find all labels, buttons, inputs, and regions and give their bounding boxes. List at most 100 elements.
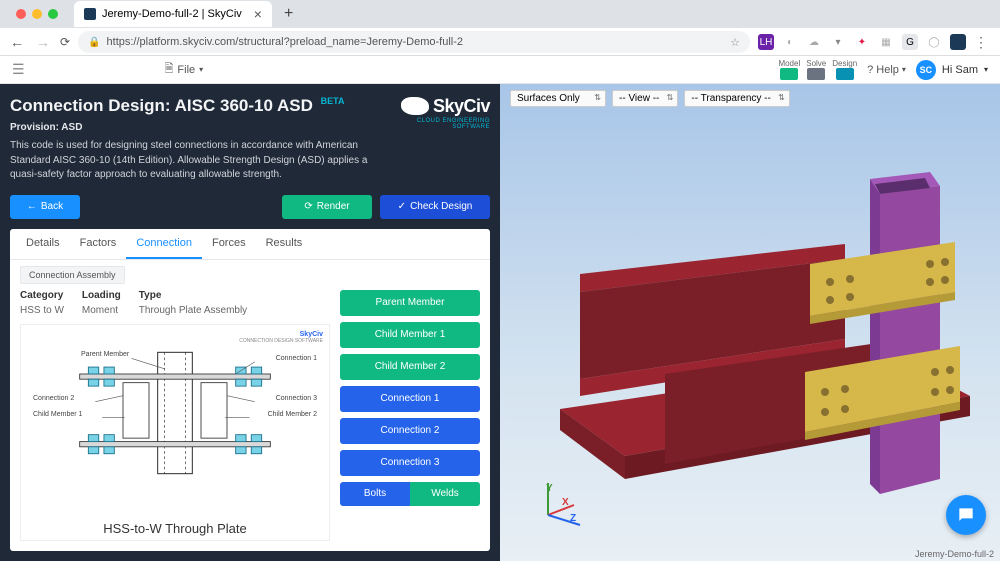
back-button[interactable]: ←Back: [10, 195, 80, 219]
child-member-2-button[interactable]: Child Member 2: [340, 354, 480, 380]
ext-icon-5[interactable]: ✦: [854, 34, 870, 50]
maximize-window-icon[interactable]: [48, 9, 58, 19]
category-header: Category: [20, 290, 64, 301]
card-right-buttons: Parent Member Child Member 1 Child Membe…: [340, 290, 480, 542]
ext-icon-4[interactable]: ▾: [830, 34, 846, 50]
ext-icon-2[interactable]: ◐: [782, 34, 798, 50]
diagram-label-parent: Parent Member: [81, 351, 129, 358]
diagram-label-c3: Connection 3: [276, 395, 317, 402]
connection-card: Details Factors Connection Forces Result…: [10, 229, 490, 552]
ext-icon-7[interactable]: G: [902, 34, 918, 50]
app-bar: ☰ 🗎 File ▾ Model Solve Design ? Help ▾ S…: [0, 56, 1000, 84]
parent-member-button[interactable]: Parent Member: [340, 290, 480, 316]
new-tab-button[interactable]: +: [284, 5, 293, 23]
connection-3-button[interactable]: Connection 3: [340, 450, 480, 476]
welds-button[interactable]: Welds: [410, 482, 480, 506]
axis-x-label: X: [562, 497, 569, 508]
card-left: Category HSS to W Loading Moment Type Throu…: [20, 290, 330, 542]
design-icon: [836, 68, 854, 80]
tab-factors[interactable]: Factors: [70, 229, 127, 259]
url-field[interactable]: 🔒 https://platform.skyciv.com/structural…: [78, 31, 750, 53]
viewer-panel[interactable]: Surfaces Only -- View -- -- Transparency…: [500, 84, 1000, 561]
assembly-chip[interactable]: Connection Assembly: [20, 266, 125, 284]
solve-icon: [807, 68, 825, 80]
browser-tab[interactable]: Jeremy-Demo-full-2 | SkyCiv ×: [74, 1, 272, 27]
bolts-button[interactable]: Bolts: [340, 482, 410, 506]
help-menu[interactable]: ? Help ▾: [867, 64, 906, 76]
tab-details[interactable]: Details: [16, 229, 70, 259]
tab-close-icon[interactable]: ×: [254, 6, 262, 22]
axis-y-label: Y: [546, 483, 553, 494]
loading-header: Loading: [82, 290, 121, 301]
file-icon: 🗎: [165, 60, 174, 79]
back-button[interactable]: ←: [8, 34, 26, 50]
arrow-left-icon: ←: [27, 201, 37, 212]
minimize-window-icon[interactable]: [32, 9, 42, 19]
brand-logo: SkyCiv CLOUD ENGINEERING SOFTWARE: [380, 96, 490, 130]
connection-1-button[interactable]: Connection 1: [340, 386, 480, 412]
url-text: https://platform.skyciv.com/structural?p…: [107, 36, 464, 48]
chat-icon: [956, 505, 976, 525]
mode-design[interactable]: Design: [832, 59, 857, 80]
type-value: Through Plate Assembly: [139, 305, 247, 316]
mode-model[interactable]: Model: [778, 59, 800, 80]
left-panel: Connection Design: AISC 360-10 ASD BETA …: [0, 84, 500, 561]
ext-icon-8[interactable]: ◯: [926, 34, 942, 50]
model-icon: [780, 68, 798, 80]
user-greeting: Hi Sam: [942, 64, 978, 76]
ext-icon-1[interactable]: LH: [758, 34, 774, 50]
surfaces-select[interactable]: Surfaces Only: [510, 90, 606, 107]
check-icon: ✓: [398, 201, 406, 212]
refresh-icon: ⟳: [304, 201, 312, 212]
page-title: Connection Design: AISC 360-10 ASD BETA: [10, 96, 380, 116]
ext-icon-6[interactable]: ▦: [878, 34, 894, 50]
tab-results[interactable]: Results: [256, 229, 313, 259]
viewer-controls: Surfaces Only -- View -- -- Transparency…: [510, 90, 790, 107]
cloud-icon: [401, 97, 429, 115]
tab-connection[interactable]: Connection: [126, 229, 202, 259]
chevron-down-icon: ▾: [902, 65, 906, 74]
type-header: Type: [139, 290, 247, 301]
close-window-icon[interactable]: [16, 9, 26, 19]
view-select[interactable]: -- View --: [612, 90, 678, 107]
loading-value: Moment: [82, 305, 121, 316]
diagram-label-c1: Connection 1: [276, 355, 317, 362]
chevron-down-icon: ▾: [199, 65, 203, 74]
check-design-button[interactable]: ✓Check Design: [380, 195, 490, 219]
mode-switcher: Model Solve Design: [778, 59, 857, 80]
connection-2-button[interactable]: Connection 2: [340, 418, 480, 444]
connection-diagram: SkyCiv CONNECTION DESIGN SOFTWARE: [20, 324, 330, 542]
card-tabs: Details Factors Connection Forces Result…: [10, 229, 490, 260]
panel-header: Connection Design: AISC 360-10 ASD BETA …: [10, 96, 490, 183]
favicon-icon: [84, 8, 96, 20]
file-label: File: [177, 64, 195, 76]
ext-icon-9[interactable]: [950, 34, 966, 50]
provision-line: Provision: ASD: [10, 122, 380, 133]
category-value: HSS to W: [20, 305, 64, 316]
tab-title: Jeremy-Demo-full-2 | SkyCiv: [102, 8, 242, 20]
diagram-brand: SkyCiv: [27, 331, 323, 338]
ext-icon-3[interactable]: ☁: [806, 34, 822, 50]
avatar: SC: [916, 60, 936, 80]
tab-bar: Jeremy-Demo-full-2 | SkyCiv × +: [0, 0, 1000, 28]
bookmark-icon[interactable]: ☆: [730, 36, 740, 49]
chevron-down-icon: ▾: [984, 65, 988, 74]
beta-badge: BETA: [321, 96, 345, 106]
render-button[interactable]: ⟳Render: [282, 195, 372, 219]
diagram-caption: HSS-to-W Through Plate: [21, 521, 329, 536]
action-buttons: ←Back ⟳Render ✓Check Design: [10, 195, 490, 219]
chat-fab[interactable]: [946, 495, 986, 535]
diagram-label-cm2: Child Member 2: [268, 411, 317, 418]
reload-button[interactable]: ⟳: [60, 35, 70, 49]
transparency-select[interactable]: -- Transparency --: [684, 90, 789, 107]
window-controls[interactable]: [8, 9, 66, 19]
mode-solve[interactable]: Solve: [806, 59, 826, 80]
diagram-label-c2: Connection 2: [33, 395, 74, 402]
child-member-1-button[interactable]: Child Member 1: [340, 322, 480, 348]
user-menu[interactable]: SC Hi Sam ▾: [916, 60, 988, 80]
tab-forces[interactable]: Forces: [202, 229, 256, 259]
hamburger-icon[interactable]: ☰: [12, 61, 25, 78]
menu-icon[interactable]: ⋮: [974, 34, 988, 51]
file-menu[interactable]: 🗎 File ▾: [165, 60, 204, 79]
extension-icons: LH ◐ ☁ ▾ ✦ ▦ G ◯ ⋮: [758, 34, 992, 51]
